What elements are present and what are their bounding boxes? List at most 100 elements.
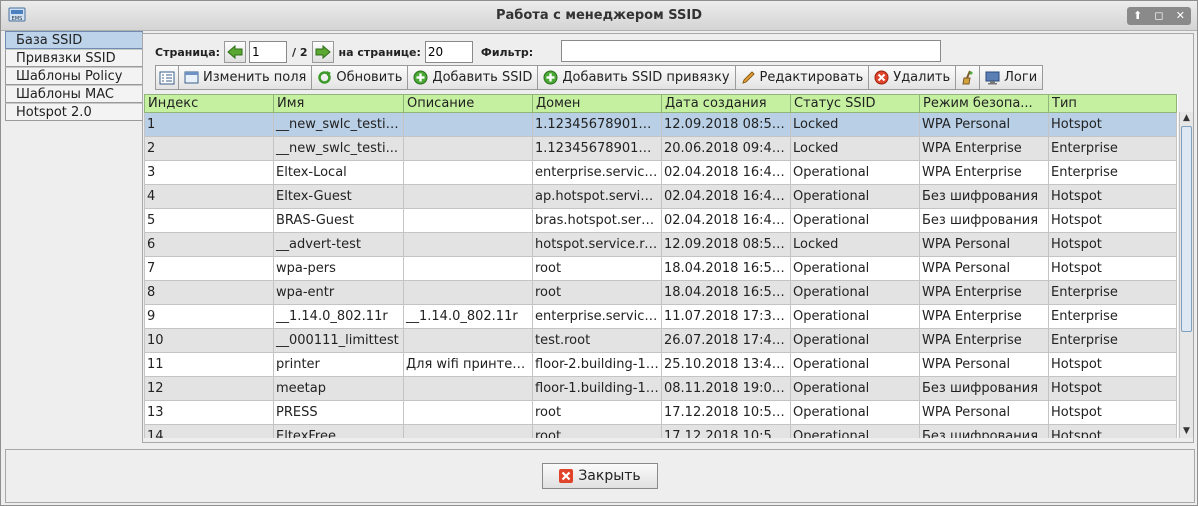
cell-domain: root [532, 256, 662, 281]
cell-domain: root [532, 424, 662, 438]
logs-button[interactable]: Логи [979, 65, 1044, 90]
refresh-icon [317, 70, 332, 85]
refresh-button[interactable]: Обновить [311, 65, 409, 90]
table-row[interactable]: 14 EltexFree root 17.12.2018 10:54... Operat… [144, 424, 1177, 438]
cell-name: Eltex-Local [273, 160, 404, 185]
pager: Страница: / 2 на странице: Фильтр: [155, 40, 537, 64]
add-ssid-binding-button[interactable]: Добавить SSID привязку [537, 65, 736, 90]
cell-created: 20.06.2018 09:49... [661, 136, 791, 161]
main-panel: Страница: / 2 на странице: Фильтр: Измен… [142, 33, 1194, 443]
table-row[interactable]: 9 __1.14.0_802.11r __1.14.0_802.11r enterpr… [144, 304, 1177, 329]
prev-page-button[interactable] [224, 41, 247, 63]
nav-item-ssid-bindings[interactable]: Привязки SSID [5, 49, 143, 67]
table-row[interactable]: 13 PRESS root 17.12.2018 10:51... Operationa… [144, 400, 1177, 425]
window-title: Работа с менеджером SSID [495, 8, 703, 23]
close-button[interactable]: Закрыть [542, 463, 658, 489]
cell-index: 14 [144, 424, 274, 438]
cell-type: Hotspot [1048, 424, 1177, 438]
edit-button[interactable]: Редактировать [734, 65, 870, 90]
monitor-icon [985, 70, 1000, 85]
cell-index: 1 [144, 112, 274, 137]
page-label: Страница: [155, 45, 221, 59]
table-row[interactable]: 6 __advert-test hotspot.service.ro... 12.09… [144, 232, 1177, 257]
page-total: / 2 [292, 45, 308, 59]
ssid-manager-window: EMS Работа с менеджером SSID ⬆ ◻ ✕ База … [0, 0, 1198, 506]
col-description[interactable]: Описание [403, 94, 533, 113]
per-page-input[interactable] [424, 41, 473, 63]
close-icon [559, 469, 574, 483]
per-page-label: на странице: [338, 45, 421, 59]
vertical-scrollbar[interactable]: ▲ ▼ [1179, 112, 1193, 438]
cell-description: __1.14.0_802.11r [403, 304, 533, 329]
cell-created: 11.07.2018 17:37... [661, 304, 791, 329]
nav-item-hotspot20[interactable]: Hotspot 2.0 [5, 103, 143, 121]
scroll-up-icon[interactable]: ▲ [1180, 112, 1193, 125]
cell-status: Operational [790, 304, 920, 329]
scroll-thumb[interactable] [1181, 126, 1192, 332]
cell-security: WPA Enterprise [919, 280, 1049, 305]
restore-icon[interactable]: ◻ [1148, 7, 1169, 25]
col-type[interactable]: Тип [1048, 94, 1177, 113]
cell-type: Enterprise [1048, 280, 1177, 305]
col-index[interactable]: Индекс [144, 94, 274, 113]
cell-type: Enterprise [1048, 304, 1177, 329]
cell-created: 02.04.2018 16:40... [661, 160, 791, 185]
nav-item-mac-templates[interactable]: Шаблоны MAC [5, 85, 143, 103]
cell-description [403, 160, 533, 185]
delete-label: Удалить [893, 70, 951, 85]
col-name[interactable]: Имя [273, 94, 404, 113]
add-icon [543, 70, 558, 85]
edit-fields-button[interactable]: Изменить поля [178, 65, 313, 90]
next-page-button[interactable] [311, 41, 334, 63]
col-created[interactable]: Дата создания [661, 94, 791, 113]
table-row[interactable]: 3 Eltex-Local enterprise.service... 02.04.2… [144, 160, 1177, 185]
pencil-icon [741, 70, 756, 85]
title-bar[interactable]: EMS Работа с менеджером SSID ⬆ ◻ ✕ [1, 1, 1197, 31]
cell-created: 26.07.2018 17:41... [661, 328, 791, 353]
cell-index: 10 [144, 328, 274, 353]
footer: Закрыть [5, 449, 1195, 503]
table-row[interactable]: 1 __new_swlc_testing 1.123456789012... 12.0… [144, 112, 1177, 137]
sidebar-nav: База SSID Привязки SSID Шаблоны Policy Ш… [5, 31, 143, 445]
delete-button[interactable]: Удалить [868, 65, 957, 90]
cell-status: Operational [790, 280, 920, 305]
cell-status: Operational [790, 160, 920, 185]
col-status[interactable]: Статус SSID [790, 94, 920, 113]
cell-created: 02.04.2018 16:47... [661, 208, 791, 233]
cell-index: 3 [144, 160, 274, 185]
table-row[interactable]: 12 meetap floor-1.building-1.r... 08.11.201… [144, 376, 1177, 401]
cell-name: wpa-entr [273, 280, 404, 305]
cell-security: WPA Personal [919, 256, 1049, 281]
cell-name: __000111_limittest [273, 328, 404, 353]
scroll-down-icon[interactable]: ▼ [1180, 425, 1193, 438]
cell-domain: hotspot.service.ro... [532, 232, 662, 257]
cell-index: 11 [144, 352, 274, 377]
cell-type: Enterprise [1048, 328, 1177, 353]
table-row[interactable]: 11 printer Для wifi принтеров floor-2.build… [144, 352, 1177, 377]
toolbar: Изменить поля Обновить Добавить SSID Доб… [155, 65, 1044, 90]
col-domain[interactable]: Домен [532, 94, 662, 113]
table-row[interactable]: 8 wpa-entr root 18.04.2018 16:51... Operatio… [144, 280, 1177, 305]
columns-button[interactable] [155, 65, 179, 90]
maximize-up-icon[interactable]: ⬆ [1127, 7, 1148, 25]
cell-name: printer [273, 352, 404, 377]
cell-domain: floor-2.building-1.r... [532, 352, 662, 377]
col-security[interactable]: Режим безопа... [919, 94, 1049, 113]
nav-item-policy-templates[interactable]: Шаблоны Policy [5, 67, 143, 85]
page-input[interactable] [249, 41, 288, 63]
cell-name: wpa-pers [273, 256, 404, 281]
nav-item-ssid-base[interactable]: База SSID [5, 31, 143, 49]
table-row[interactable]: 2 __new_swlc_testi... 1.123456789012... 20.… [144, 136, 1177, 161]
cell-description [403, 232, 533, 257]
table-row[interactable]: 4 Eltex-Guest ap.hotspot.servic... 02.04.20… [144, 184, 1177, 209]
filter-input[interactable] [561, 40, 941, 62]
add-ssid-button[interactable]: Добавить SSID [407, 65, 539, 90]
window-controls: ⬆ ◻ ✕ [1127, 7, 1191, 25]
cell-created: 25.10.2018 13:46... [661, 352, 791, 377]
table-row[interactable]: 10 __000111_limittest test.root 26.07.2018 … [144, 328, 1177, 353]
clean-button[interactable] [955, 65, 981, 90]
table-row[interactable]: 7 wpa-pers root 18.04.2018 16:50... Operatio… [144, 256, 1177, 281]
close-window-icon[interactable]: ✕ [1170, 7, 1191, 25]
table-row[interactable]: 5 BRAS-Guest bras.hotspot.servi... 02.04.20… [144, 208, 1177, 233]
cell-name: PRESS [273, 400, 404, 425]
